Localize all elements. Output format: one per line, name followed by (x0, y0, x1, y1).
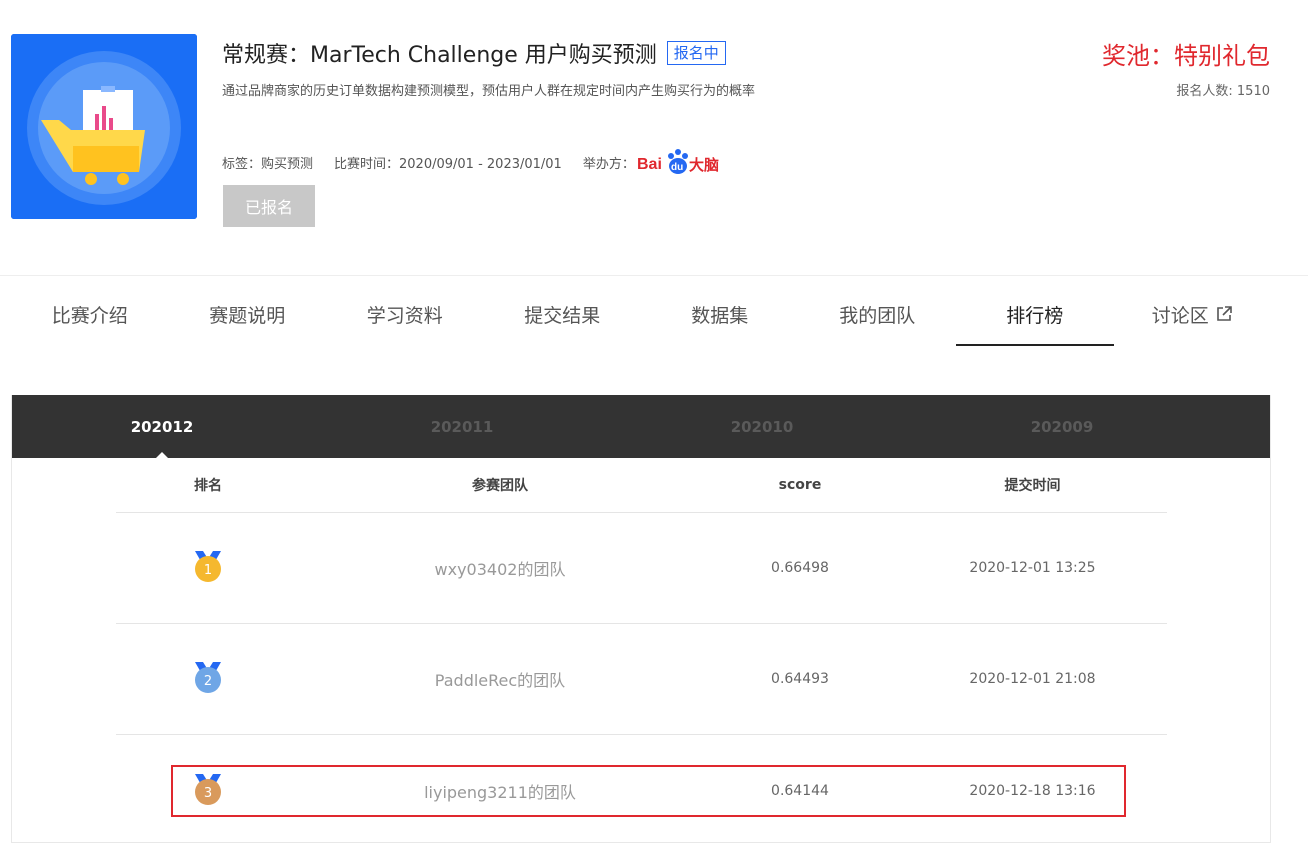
silver-medal-icon: 2 (193, 660, 223, 698)
col-rank: 排名 (194, 478, 222, 494)
signed-up-button[interactable]: 已报名 (223, 185, 315, 227)
bronze-medal-icon: 3 (193, 772, 223, 810)
organizer-label: 举办方： (582, 156, 635, 172)
submit-time: 2020-12-01 13:25 (969, 560, 1096, 576)
table-row: 3 liyipeng3211的团队 0.64144 2020-12-18 13:… (116, 735, 1167, 843)
header-divider (0, 275, 1308, 276)
score-value: 0.64493 (771, 671, 829, 687)
tab-leaderboard[interactable]: 排行榜 (956, 282, 1114, 346)
score-value: 0.64144 (771, 782, 829, 799)
prize-pool: 奖池：特别礼包 (1102, 42, 1270, 70)
competition-meta: 标签：购买预测 比赛时间：2020/09/01 - 2023/01/01 举办方… (222, 148, 723, 176)
col-score: score (778, 477, 822, 493)
team-name[interactable]: liyipeng3211的团队 (300, 779, 700, 803)
submit-time: 2020-12-01 21:08 (969, 671, 1096, 687)
tab-learning[interactable]: 学习资料 (326, 282, 484, 346)
month-tab-202012[interactable]: 202012 (12, 395, 312, 458)
competition-title-row: 常规赛：MarTech Challenge 用户购买预测 报名中 (222, 37, 726, 69)
rank-number: 3 (204, 786, 212, 801)
rank-number: 2 (204, 674, 212, 689)
tab-problem[interactable]: 赛题说明 (169, 282, 327, 346)
tab-discussion[interactable]: 讨论区 (1114, 282, 1272, 346)
competition-cover-image (11, 34, 197, 219)
table-row: 1 wxy03402的团队 0.66498 2020-12-01 13:25 (116, 513, 1167, 624)
month-tab-202011[interactable]: 202011 (312, 395, 612, 458)
svg-text:du: du (671, 162, 683, 173)
month-tab-202009[interactable]: 202009 (912, 395, 1212, 458)
gold-medal-icon: 1 (193, 549, 223, 587)
month-tab-202010[interactable]: 202010 (612, 395, 912, 458)
col-time: 提交时间 (1004, 478, 1061, 494)
leaderboard-table: 排名 参赛团队 score 提交时间 1 wxy03402的团队 0.66498… (116, 458, 1167, 843)
table-row: 2 PaddleRec的团队 0.64493 2020-12-01 21:08 (116, 624, 1167, 735)
tab-submit[interactable]: 提交结果 (484, 282, 642, 346)
team-name[interactable]: PaddleRec的团队 (300, 667, 700, 691)
leaderboard: 202012 202011 202010 202009 排名 参赛团队 scor… (11, 395, 1271, 843)
competition-tabs: 比赛介绍 赛题说明 学习资料 提交结果 数据集 我的团队 排行榜 讨论区 (11, 282, 1271, 346)
signup-count: 报名人数: 1510 (1176, 84, 1270, 99)
competition-time: 比赛时间：2020/09/01 - 2023/01/01 (334, 156, 562, 172)
col-team: 参赛团队 (472, 478, 528, 494)
competition-description: 通过品牌商家的历史订单数据构建预测模型，预估用户人群在规定时间内产生购买行为的概… (222, 84, 756, 99)
team-name[interactable]: wxy03402的团队 (300, 556, 700, 580)
status-badge: 报名中 (666, 41, 726, 65)
submit-time: 2020-12-18 13:16 (969, 782, 1096, 799)
baidu-brain-logo[interactable]: Bai du 大脑 (637, 148, 723, 176)
competition-title: 常规赛：MarTech Challenge 用户购买预测 (222, 43, 657, 68)
table-header: 排名 参赛团队 score 提交时间 (116, 458, 1167, 513)
svg-text:Bai: Bai (637, 156, 662, 173)
competition-tags: 标签：购买预测 (222, 156, 314, 172)
rank-number: 1 (204, 563, 212, 578)
tab-my-team[interactable]: 我的团队 (799, 282, 957, 346)
svg-text:大脑: 大脑 (689, 156, 719, 174)
tab-dataset[interactable]: 数据集 (641, 282, 799, 346)
external-link-icon (1215, 305, 1233, 328)
tab-intro[interactable]: 比赛介绍 (11, 282, 169, 346)
month-selector: 202012 202011 202010 202009 (12, 395, 1270, 458)
score-value: 0.66498 (771, 560, 829, 576)
